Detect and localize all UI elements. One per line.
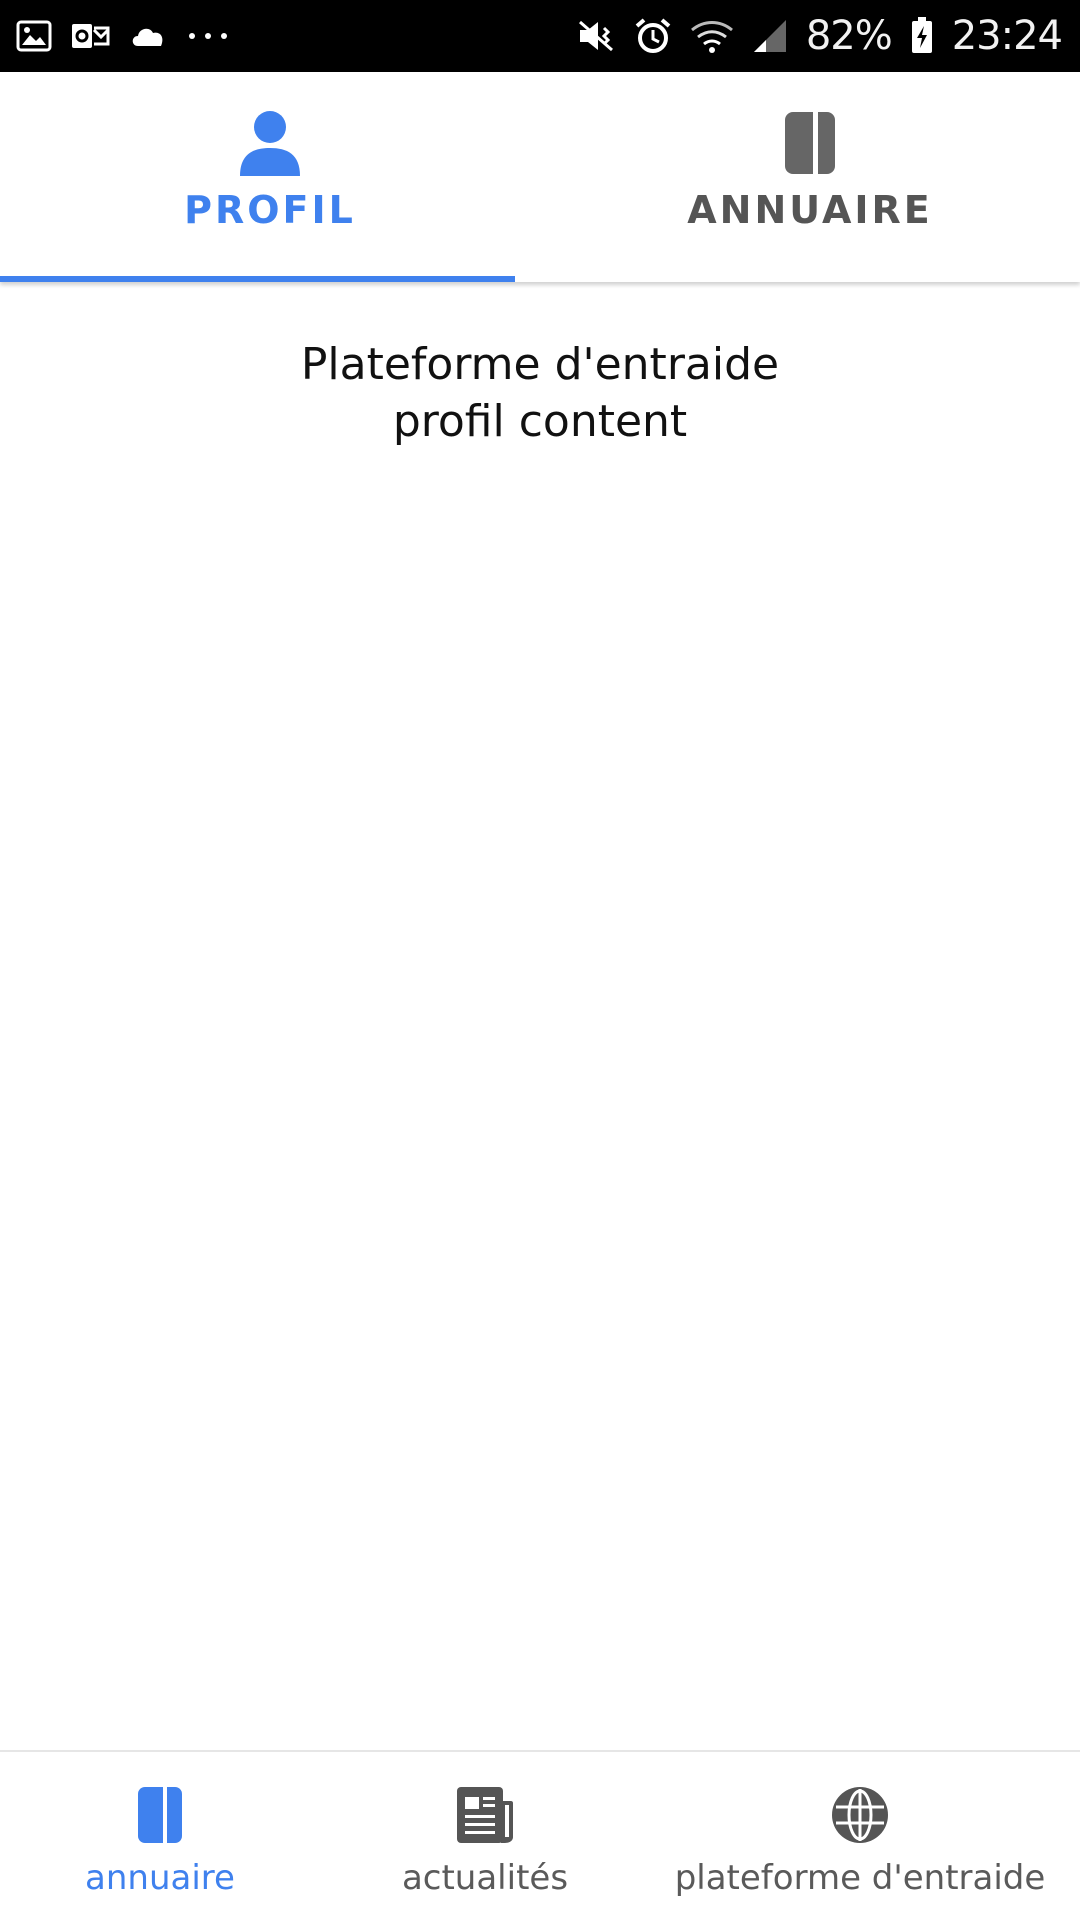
main-content: Plateforme d'entraide profil content [0, 336, 1080, 450]
active-tab-indicator [0, 276, 515, 282]
battery-percent: 82% [805, 13, 893, 59]
status-bar: 82% 23:24 [0, 0, 1080, 72]
book-icon [136, 1784, 184, 1846]
bottom-nav-actualites[interactable]: actualités [360, 1752, 610, 1920]
bottom-nav-annuaire[interactable]: annuaire [30, 1752, 290, 1920]
tab-profil[interactable]: PROFIL [0, 72, 540, 282]
tab-annuaire[interactable]: ANNUAIRE [540, 72, 1080, 282]
person-icon [239, 110, 301, 176]
wifi-icon [690, 18, 734, 54]
image-icon [16, 20, 52, 52]
clock-time: 23:24 [951, 13, 1063, 59]
content-subtitle: profil content [392, 396, 688, 447]
bottom-nav-plateforme-label: plateforme d'entraide [674, 1858, 1046, 1898]
globe-icon [830, 1784, 890, 1846]
tab-profil-label: PROFIL [184, 188, 356, 232]
mute-vibrate-icon [576, 18, 616, 54]
outlook-icon [70, 20, 110, 52]
battery-icon [910, 17, 934, 55]
bottom-navigation: annuaire actualités plateforme d'entraid… [0, 1750, 1080, 1920]
book-icon [783, 110, 837, 176]
alarm-icon [634, 17, 672, 55]
bottom-nav-actualites-label: actualités [401, 1858, 569, 1898]
top-tab-bar: PROFIL ANNUAIRE [0, 72, 1080, 282]
status-bar-right: 82% 23:24 [576, 13, 1063, 59]
content-title: Plateforme d'entraide [300, 339, 780, 390]
tab-annuaire-label: ANNUAIRE [687, 188, 933, 232]
bottom-nav-plateforme[interactable]: plateforme d'entraide [650, 1752, 1070, 1920]
more-dots-icon [186, 31, 230, 41]
cloud-icon [128, 22, 168, 50]
newspaper-icon [455, 1784, 515, 1846]
status-bar-left [16, 20, 230, 52]
bottom-nav-annuaire-label: annuaire [85, 1858, 235, 1898]
signal-icon [752, 18, 788, 54]
